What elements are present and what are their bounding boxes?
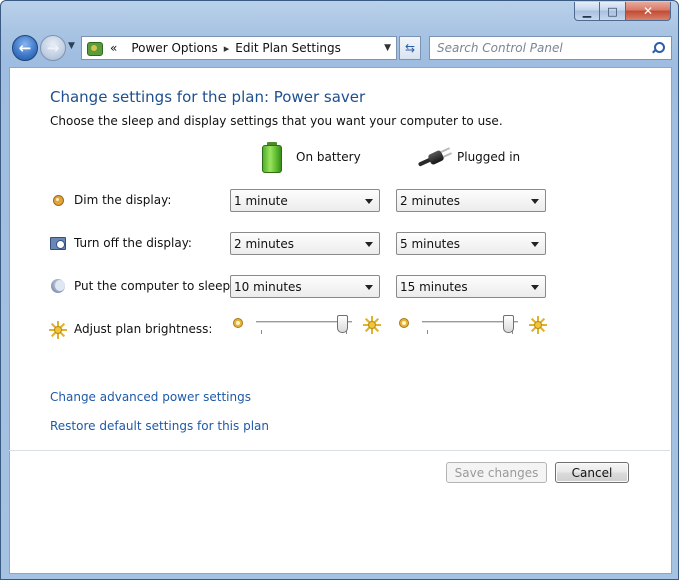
back-button[interactable]: ← — [12, 35, 38, 61]
dim-display-icon — [50, 192, 66, 208]
back-arrow-icon: ← — [18, 39, 32, 57]
chevron-down-icon — [365, 199, 373, 204]
brightness-high-icon — [529, 316, 547, 334]
column-header-on-battery: On battery — [296, 150, 361, 164]
brightness-low-icon — [399, 318, 409, 328]
restore-default-settings-link[interactable]: Restore default settings for this plan — [50, 419, 269, 433]
brightness-high-icon — [363, 316, 381, 334]
footer-divider — [9, 450, 670, 451]
brightness-plugged-slider[interactable] — [422, 315, 518, 335]
dim-display-battery-select[interactable]: 1 minute — [230, 189, 380, 212]
brightness-battery-slider[interactable] — [256, 315, 352, 335]
search-box[interactable] — [429, 36, 672, 60]
sleep-label: Put the computer to sleep: — [74, 279, 235, 293]
chevron-down-icon — [531, 199, 539, 204]
column-header-plugged-in: Plugged in — [457, 150, 521, 164]
breadcrumb-overflow[interactable]: « — [110, 41, 117, 55]
breadcrumb-separator-icon[interactable]: ▸ — [224, 42, 230, 55]
sleep-moon-icon — [50, 278, 66, 294]
brightness-plugged-slider-thumb[interactable] — [503, 315, 514, 333]
page-title: Change settings for the plan: Power save… — [50, 88, 366, 106]
turn-off-display-icon — [50, 235, 66, 251]
chevron-down-icon — [365, 242, 373, 247]
brightness-battery-slider-thumb[interactable] — [337, 315, 348, 333]
brightness-low-icon — [233, 318, 243, 328]
dim-display-battery-value: 1 minute — [234, 193, 288, 208]
address-bar[interactable]: « Power Options ▸ Edit Plan Settings ▼ — [81, 36, 397, 60]
sleep-battery-value: 10 minutes — [234, 279, 302, 294]
close-button[interactable]: ✕ — [626, 2, 671, 21]
save-changes-button[interactable]: Save changes — [446, 462, 547, 483]
battery-icon — [261, 142, 283, 174]
change-advanced-power-settings-link[interactable]: Change advanced power settings — [50, 390, 251, 404]
dim-display-plugged-select[interactable]: 2 minutes — [396, 189, 546, 212]
turn-off-display-label: Turn off the display: — [74, 236, 192, 250]
turn-off-display-battery-select[interactable]: 2 minutes — [230, 232, 380, 255]
sleep-plugged-value: 15 minutes — [400, 279, 468, 294]
turn-off-display-plugged-select[interactable]: 5 minutes — [396, 232, 546, 255]
control-panel-icon — [86, 40, 104, 56]
power-plug-icon — [417, 147, 453, 169]
brightness-sun-icon — [49, 321, 67, 339]
brightness-label: Adjust plan brightness: — [74, 322, 213, 336]
refresh-button[interactable]: ⇆ — [399, 36, 421, 60]
cancel-button[interactable]: Cancel — [555, 462, 629, 483]
turn-off-display-battery-value: 2 minutes — [234, 236, 295, 251]
refresh-icon: ⇆ — [404, 41, 416, 55]
sleep-plugged-select[interactable]: 15 minutes — [396, 275, 546, 298]
forward-button[interactable]: → — [40, 35, 66, 61]
breadcrumb-power-options[interactable]: Power Options — [131, 41, 217, 55]
dim-display-plugged-value: 2 minutes — [400, 193, 461, 208]
search-input[interactable] — [437, 41, 647, 55]
sleep-battery-select[interactable]: 10 minutes — [230, 275, 380, 298]
recent-pages-dropdown-icon[interactable]: ▼ — [68, 41, 75, 51]
chevron-down-icon — [531, 285, 539, 290]
turn-off-display-plugged-value: 5 minutes — [400, 236, 461, 251]
address-dropdown-icon[interactable]: ▼ — [384, 43, 391, 53]
breadcrumb-edit-plan-settings[interactable]: Edit Plan Settings — [235, 41, 341, 55]
chevron-down-icon — [531, 242, 539, 247]
chevron-down-icon — [365, 285, 373, 290]
page-description: Choose the sleep and display settings th… — [50, 114, 503, 128]
minimize-button[interactable]: ▁ — [574, 2, 600, 21]
maximize-button[interactable]: □ — [600, 2, 626, 21]
dim-display-label: Dim the display: — [74, 193, 172, 207]
caption-buttons: ▁ □ ✕ — [574, 2, 671, 21]
search-icon[interactable] — [652, 42, 665, 54]
forward-arrow-icon: → — [46, 39, 60, 57]
